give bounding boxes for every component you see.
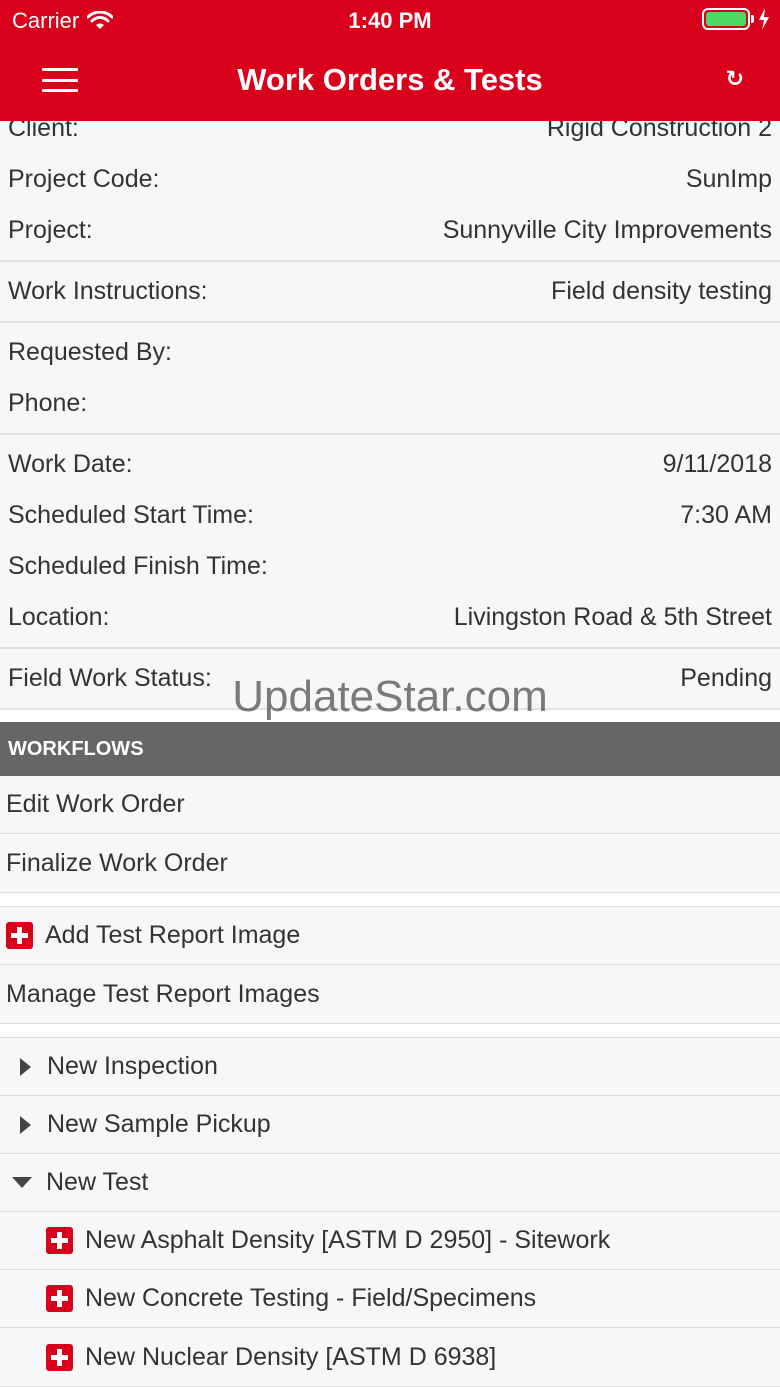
info-label: Client: — [8, 121, 79, 142]
info-row-finish-time: Scheduled Finish Time: — [0, 541, 780, 592]
info-row-start-time: Scheduled Start Time: 7:30 AM — [0, 490, 780, 541]
list-item-label: New Sample Pickup — [47, 1110, 271, 1138]
add-icon — [6, 922, 33, 949]
info-row-field-work-status: Field Work Status: Pending — [0, 653, 780, 704]
info-row-phone: Phone: — [0, 378, 780, 429]
new-inspection-item[interactable]: New Inspection — [0, 1038, 780, 1096]
info-row-requested-by: Requested By: — [0, 327, 780, 378]
info-group-client: Client: Rigid Construction 2 Project Cod… — [0, 121, 780, 262]
section-spacer — [0, 893, 780, 907]
caret-right-icon — [20, 1115, 31, 1134]
list-item-label: New Nuclear Density [ASTM D 6938] — [85, 1342, 497, 1371]
info-value: Sunnyville City Improvements — [442, 216, 772, 244]
info-label: Project Code: — [8, 165, 160, 193]
status-bar: Carrier 1:40 PM — [0, 0, 780, 40]
new-nuclear-density-item[interactable]: New Nuclear Density [ASTM D 6938] — [0, 1328, 780, 1386]
caret-down-icon — [12, 1177, 32, 1188]
manage-test-report-images-item[interactable]: Manage Test Report Images — [0, 965, 780, 1023]
info-row-project: Project: Sunnyville City Improvements — [0, 205, 780, 256]
battery-icon — [702, 8, 750, 30]
new-asphalt-density-item[interactable]: New Asphalt Density [ASTM D 2950] - Site… — [0, 1212, 780, 1270]
list-item-label: New Concrete Testing - Field/Specimens — [85, 1284, 537, 1312]
list-item-label: Add Test Report Image — [45, 921, 301, 949]
work-order-details: Client: Rigid Construction 2 Project Cod… — [0, 121, 780, 1387]
info-value: 9/11/2018 — [662, 450, 772, 478]
info-row-project-code: Project Code: SunImp — [0, 154, 780, 205]
finalize-work-order-item[interactable]: Finalize Work Order — [0, 834, 780, 892]
section-spacer — [0, 710, 780, 722]
list-item-label: New Test — [46, 1168, 149, 1196]
list-item-label: New Inspection — [47, 1052, 218, 1080]
clock: 1:40 PM — [348, 8, 432, 33]
list-item-label: New Asphalt Density [ASTM D 2950] - Site… — [85, 1226, 611, 1254]
info-value: Field density testing — [551, 277, 772, 305]
info-label: Scheduled Finish Time: — [8, 552, 268, 580]
new-test-item[interactable]: New Test — [0, 1154, 780, 1212]
info-value: SunImp — [685, 165, 772, 193]
add-icon — [46, 1285, 73, 1312]
page-title: Work Orders & Tests — [237, 62, 543, 97]
refresh-icon[interactable]: ↻ — [726, 66, 744, 92]
add-icon — [46, 1227, 73, 1254]
info-label: Location: — [8, 603, 110, 631]
info-row-work-date: Work Date: 9/11/2018 — [0, 439, 780, 490]
info-row-location: Location: Livingston Road & 5th Street — [0, 592, 780, 643]
main-content[interactable]: Client: Rigid Construction 2 Project Cod… — [0, 121, 780, 1387]
add-icon — [46, 1343, 73, 1371]
info-label: Phone: — [8, 389, 88, 417]
info-group-status: Field Work Status: Pending — [0, 649, 780, 710]
charging-bolt-icon — [759, 8, 769, 30]
edit-work-order-item[interactable]: Edit Work Order — [0, 776, 780, 834]
workflow-group-new-items: New Inspection New Sample Pickup New Tes… — [0, 1038, 780, 1387]
info-group-schedule: Work Date: 9/11/2018 Scheduled Start Tim… — [0, 435, 780, 649]
info-row-work-instructions: Work Instructions: Field density testing — [0, 266, 780, 317]
new-concrete-testing-item[interactable]: New Concrete Testing - Field/Specimens — [0, 1270, 780, 1328]
info-group-instructions: Work Instructions: Field density testing — [0, 262, 780, 323]
info-value: Rigid Construction 2 — [546, 121, 772, 142]
section-spacer — [0, 1024, 780, 1038]
info-label: Work Instructions: — [8, 277, 208, 305]
status-badge: Pending — [680, 664, 772, 692]
add-test-report-image-item[interactable]: Add Test Report Image — [0, 907, 780, 965]
caret-right-icon — [20, 1057, 31, 1076]
workflow-group-work-order: Edit Work Order Finalize Work Order — [0, 776, 780, 893]
info-label: Project: — [8, 216, 93, 244]
info-label: Requested By: — [8, 338, 172, 366]
workflow-group-images: Add Test Report Image Manage Test Report… — [0, 907, 780, 1024]
battery-indicator — [702, 8, 770, 30]
info-label: Work Date: — [8, 450, 133, 478]
nav-bar: Work Orders & Tests ↻ — [0, 40, 780, 120]
info-label: Field Work Status: — [8, 664, 212, 692]
workflows-header: WORKFLOWS — [0, 722, 780, 776]
app-header: Carrier 1:40 PM Work Orders & Tests ↻ — [0, 0, 780, 121]
new-sample-pickup-item[interactable]: New Sample Pickup — [0, 1096, 780, 1154]
info-value: 7:30 AM — [680, 501, 772, 529]
info-group-requester: Requested By: Phone: — [0, 323, 780, 435]
info-value: Livingston Road & 5th Street — [453, 603, 772, 631]
info-label: Scheduled Start Time: — [8, 501, 254, 529]
info-row-client: Client: Rigid Construction 2 — [0, 121, 780, 154]
